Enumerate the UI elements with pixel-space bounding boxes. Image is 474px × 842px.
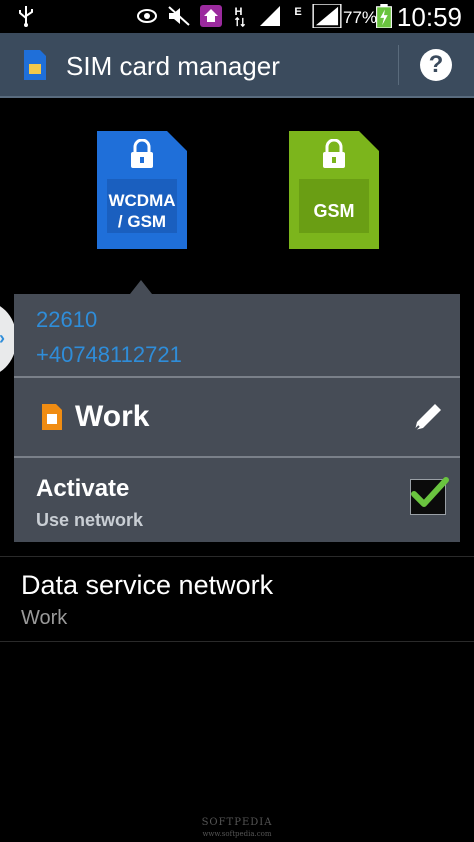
mute-icon (168, 6, 190, 26)
chevron-right-icon: › (0, 328, 5, 349)
battery-charging-icon (376, 4, 392, 28)
activate-row[interactable]: Activate Use network (14, 458, 460, 542)
sim-card-label-line1: WCDMA (108, 191, 176, 210)
battery-percent: 77% (343, 8, 378, 27)
data-service-network-item[interactable]: Data service network Work (0, 557, 474, 641)
help-button[interactable]: ? (420, 49, 452, 81)
network-code: 22610 (36, 307, 98, 332)
sim-card-small-icon (42, 404, 62, 430)
usb-icon (19, 6, 33, 27)
signal-icon-sim1 (260, 6, 280, 26)
activate-subtitle: Use network (36, 510, 144, 530)
checkmark-icon (411, 477, 449, 507)
svg-text:E: E (294, 6, 301, 18)
sim-card-1[interactable]: WCDMA / GSM (97, 131, 187, 249)
watermark-brand: SOFTPEDIA (201, 817, 273, 828)
phone-number: +40748112721 (36, 342, 182, 367)
home-app-icon (200, 5, 222, 27)
svg-text:H: H (234, 6, 242, 18)
sim-name-row[interactable]: Work (14, 378, 460, 456)
sim-details-panel: 22610 +40748112721 Work Activate Use net… (14, 294, 460, 542)
sim-name: Work (75, 400, 150, 433)
lock-icon (131, 139, 153, 168)
divider (0, 641, 474, 642)
app-bar-divider (398, 45, 399, 85)
lock-icon (323, 139, 345, 168)
popup-pointer (130, 280, 152, 294)
eye-icon (137, 9, 157, 23)
sim-manager-app-icon (24, 50, 46, 80)
signal-icon-sim2 (312, 4, 342, 28)
app-bar: SIM card manager ? (0, 33, 474, 98)
edge-data-icon: E (294, 6, 301, 18)
hspa-data-icon: H (234, 6, 246, 28)
page-title: SIM card manager (66, 51, 280, 81)
activate-title: Activate (36, 475, 130, 502)
watermark-url: www.softpedia.com (202, 830, 272, 838)
status-bar: H E 77% 10:59 (0, 0, 474, 33)
clock: 10:59 (396, 2, 462, 32)
sim-card-label: GSM (313, 201, 355, 221)
activate-checkbox[interactable] (410, 477, 449, 515)
sim-card-2[interactable]: GSM (289, 131, 379, 249)
sim-card-label-line2: / GSM (117, 212, 167, 231)
data-service-value: Work (21, 607, 68, 629)
data-service-title: Data service network (21, 570, 274, 600)
edit-pencil-icon[interactable] (411, 400, 445, 434)
